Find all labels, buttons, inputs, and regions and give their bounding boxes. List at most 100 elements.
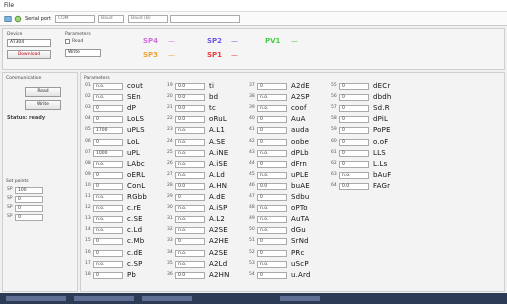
file-menu[interactable]: File <box>4 2 14 9</box>
connect-icon[interactable] <box>4 15 12 23</box>
parameter-value-input[interactable]: 0 <box>339 160 369 168</box>
parameter-value-input[interactable]: 0.0 <box>175 105 205 113</box>
parameter-value-input[interactable]: 0.0 <box>175 94 205 102</box>
parameter-value-input[interactable]: n.o. <box>93 94 123 102</box>
parameter-value-input[interactable]: n.o. <box>257 105 287 113</box>
parameter-value-input[interactable]: n.o. <box>175 149 205 157</box>
parameter-value-input[interactable]: 0.0 <box>175 83 205 90</box>
write-select[interactable]: Write <box>65 49 101 57</box>
parameter-value-input[interactable]: 0 <box>339 116 369 124</box>
parameter-value-input[interactable]: n.o. <box>175 160 205 168</box>
parameter-value-input[interactable]: 0 <box>339 83 369 90</box>
toolbar: Serial port COM Baud Baud (B) <box>0 12 507 26</box>
port-select[interactable]: COM <box>55 15 95 23</box>
parameter-value-input[interactable]: 0 <box>339 127 369 135</box>
download-button[interactable]: Download <box>7 50 51 59</box>
parameter-value-input[interactable]: 0.0 <box>175 271 205 279</box>
parameter-value-input[interactable]: 1000 <box>93 149 123 157</box>
parameter-value-input[interactable]: n.o. <box>257 171 287 179</box>
parameter-value-input[interactable]: 0 <box>257 194 287 201</box>
parameter-value-input[interactable]: 0 <box>257 238 287 246</box>
parameter-value-input[interactable]: n.o. <box>257 149 287 157</box>
parameter-code-label: c.Ld <box>127 226 143 235</box>
write-button[interactable]: Write <box>25 100 61 110</box>
parameter-value-input[interactable]: n.o. <box>175 138 205 146</box>
parameter-value-input[interactable]: 0 <box>93 105 123 113</box>
parameter-value-input[interactable]: 0 <box>93 138 123 146</box>
parameter-value-input[interactable]: 0.0 <box>175 116 205 124</box>
parameter-value-input[interactable]: 0 <box>93 238 123 246</box>
parameter-value-input[interactable]: n.o. <box>93 160 123 168</box>
parameter-value-input[interactable]: n.o. <box>175 171 205 179</box>
parameter-number: 24 <box>167 138 173 144</box>
parameter-value-input[interactable]: n.o. <box>175 260 205 268</box>
parameter-value-input[interactable]: n.o. <box>257 94 287 102</box>
taskbar-item[interactable] <box>142 296 192 301</box>
parameter-value-input[interactable]: 0 <box>339 138 369 146</box>
parameter-value-input[interactable]: n.o. <box>93 205 123 213</box>
parameter-value-input[interactable]: 0 <box>175 194 205 201</box>
parameter-value-input[interactable]: n.o. <box>175 216 205 224</box>
set-point-input[interactable]: 0 <box>15 214 43 221</box>
parameter-value-input[interactable]: 0.0 <box>339 182 369 190</box>
parameter-number: 01 <box>85 83 91 88</box>
parameter-value-input[interactable]: 0 <box>93 249 123 257</box>
parameter-value-input[interactable]: n.o. <box>257 216 287 224</box>
parameter-value-input[interactable]: 0 <box>257 160 287 168</box>
parameter-code-label: L.Ls <box>373 159 388 168</box>
parameter-value-input[interactable]: 0 <box>257 271 287 279</box>
parameter-value-input[interactable]: n.o. <box>175 127 205 135</box>
parameter-value-input[interactable]: n.o. <box>339 171 369 179</box>
parameter-value-input[interactable]: n.o. <box>257 227 287 235</box>
parameter-value-input[interactable]: n.o. <box>93 216 123 224</box>
parameter-value-input[interactable]: n.o. <box>93 194 123 201</box>
taskbar-item[interactable] <box>6 296 66 301</box>
parameter-value-input[interactable]: n.o. <box>93 83 123 90</box>
parameter-value-input[interactable]: n.o. <box>93 260 123 268</box>
parameter-value-input[interactable]: 0.0 <box>257 182 287 190</box>
parameter-value-input[interactable]: 0 <box>175 238 205 246</box>
parameter-value-input[interactable]: 1700 <box>93 127 123 135</box>
parameter-value-input[interactable]: 0 <box>257 127 287 135</box>
parameter-value-input[interactable]: 0 <box>339 105 369 113</box>
parameter-number: 36 <box>167 271 173 277</box>
parameter-value-input[interactable]: n.o. <box>257 205 287 213</box>
parameter-code-label: A.L2 <box>209 215 226 224</box>
parameter-number: 03 <box>85 105 91 111</box>
set-point-input[interactable]: 0 <box>15 205 43 212</box>
taskbar-item[interactable] <box>280 296 320 301</box>
set-point-input[interactable]: 0 <box>15 196 43 203</box>
parameter-value-input[interactable]: 0 <box>257 116 287 124</box>
protocol-select[interactable] <box>170 15 240 23</box>
parameter-value-input[interactable]: n.o. <box>93 227 123 235</box>
parameter-value-input[interactable]: n.o. <box>175 205 205 213</box>
status-text: Status: ready <box>7 115 46 121</box>
parameter-number: 14 <box>85 227 91 233</box>
parameter-value-input[interactable]: 0 <box>93 171 123 179</box>
status-sp1: SP1 <box>207 51 223 59</box>
parameter-value-input[interactable]: 0 <box>339 94 369 102</box>
parameter-value-input[interactable]: n.o. <box>257 260 287 268</box>
device-select[interactable]: AT304 <box>7 39 51 47</box>
parameter-number: 59 <box>331 127 337 133</box>
parameter-value-input[interactable]: 0 <box>339 149 369 157</box>
parameter-value-input[interactable]: 0 <box>257 138 287 146</box>
parameter-code-label: ConL <box>127 181 146 190</box>
settings-icon[interactable] <box>14 15 22 23</box>
parameter-value-input[interactable]: 0 <box>93 271 123 279</box>
read-checkbox[interactable] <box>65 39 70 44</box>
read-button[interactable]: Read <box>25 87 61 97</box>
parameter-value-input[interactable]: 0.0 <box>175 182 205 190</box>
parameter-value-input[interactable]: 0 <box>93 116 123 124</box>
speed-select[interactable]: Baud (B) <box>128 15 168 23</box>
taskbar-item[interactable] <box>74 296 134 301</box>
parameter-value-input[interactable]: n.o. <box>175 249 205 257</box>
baud-select[interactable]: Baud <box>98 15 124 23</box>
parameter-value-input[interactable]: n.o. <box>175 227 205 235</box>
parameter-code-label: Sdbu <box>291 193 310 201</box>
parameter-value-input[interactable]: 0 <box>257 249 287 257</box>
parameters-label: Parameters <box>84 76 110 81</box>
parameter-value-input[interactable]: 0 <box>93 182 123 190</box>
set-point-input[interactable]: 100 <box>15 187 43 194</box>
parameter-value-input[interactable]: 0 <box>257 83 287 90</box>
